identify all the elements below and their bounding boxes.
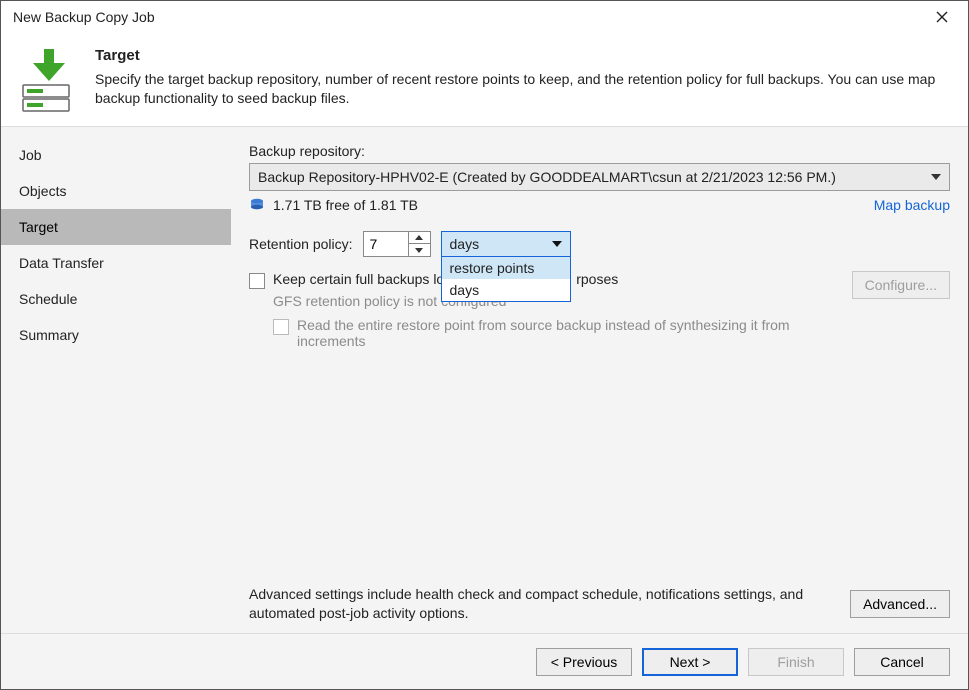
wizard-body: Job Objects Target Data Transfer Schedul… xyxy=(1,126,968,633)
disk-icon xyxy=(249,197,265,213)
dialog-window: New Backup Copy Job Target Specify the t… xyxy=(0,0,969,690)
wizard-nav: Job Objects Target Data Transfer Schedul… xyxy=(1,127,231,633)
advanced-row: Advanced settings include health check a… xyxy=(249,569,950,623)
map-backup-link[interactable]: Map backup xyxy=(874,197,950,213)
retention-unit-option-days[interactable]: days xyxy=(442,279,570,301)
retention-unit-select[interactable]: days xyxy=(441,231,571,257)
advanced-settings-text: Advanced settings include health check a… xyxy=(249,585,836,623)
retention-unit-wrapper: days restore points days xyxy=(441,231,571,257)
next-button[interactable]: Next > xyxy=(642,648,738,676)
retention-value-spinner[interactable] xyxy=(363,231,431,257)
retention-unit-option-restore-points[interactable]: restore points xyxy=(442,257,570,279)
wizard-footer: < Previous Next > Finish Cancel xyxy=(1,633,968,689)
read-entire-label: Read the entire restore point from sourc… xyxy=(297,317,844,349)
backup-repository-value: Backup Repository-HPHV02-E (Created by G… xyxy=(258,169,836,185)
titlebar: New Backup Copy Job xyxy=(1,1,968,33)
nav-item-schedule[interactable]: Schedule xyxy=(1,281,231,317)
nav-item-job[interactable]: Job xyxy=(1,137,231,173)
retention-unit-value: days xyxy=(450,236,480,252)
retention-row: Retention policy: days restore points xyxy=(249,231,950,257)
read-entire-row: Read the entire restore point from sourc… xyxy=(273,317,844,349)
spinner-up[interactable] xyxy=(409,232,430,244)
wizard-header: Target Specify the target backup reposit… xyxy=(1,33,968,126)
nav-item-target[interactable]: Target xyxy=(1,209,231,245)
free-space-row: 1.71 TB free of 1.81 TB Map backup xyxy=(249,197,950,213)
close-icon xyxy=(936,11,948,23)
retention-policy-label: Retention policy: xyxy=(249,236,353,252)
chevron-down-icon xyxy=(415,248,423,253)
backup-repository-select[interactable]: Backup Repository-HPHV02-E (Created by G… xyxy=(249,163,950,191)
wizard-header-text: Target Specify the target backup reposit… xyxy=(95,47,950,108)
window-title: New Backup Copy Job xyxy=(13,9,922,25)
free-space-text: 1.71 TB free of 1.81 TB xyxy=(273,197,418,213)
nav-item-summary[interactable]: Summary xyxy=(1,317,231,353)
advanced-button[interactable]: Advanced... xyxy=(850,590,950,618)
backup-repository-label: Backup repository: xyxy=(249,143,950,159)
previous-button[interactable]: < Previous xyxy=(536,648,632,676)
keep-full-backups-checkbox[interactable] xyxy=(249,273,265,289)
read-entire-checkbox xyxy=(273,319,289,335)
configure-button: Configure... xyxy=(852,271,950,299)
chevron-down-icon xyxy=(552,241,562,247)
nav-item-data-transfer[interactable]: Data Transfer xyxy=(1,245,231,281)
main-panel: Backup repository: Backup Repository-HPH… xyxy=(231,127,968,633)
page-description: Specify the target backup repository, nu… xyxy=(95,70,950,108)
free-space: 1.71 TB free of 1.81 TB xyxy=(249,197,418,213)
spinner-arrows xyxy=(408,232,430,256)
chevron-up-icon xyxy=(415,235,423,240)
finish-button: Finish xyxy=(748,648,844,676)
retention-unit-dropdown: restore points days xyxy=(441,256,571,302)
gfs-row: Keep certain full backups lorposes GFS r… xyxy=(249,271,950,349)
spinner-down[interactable] xyxy=(409,243,430,256)
retention-value-input[interactable] xyxy=(364,232,408,256)
close-button[interactable] xyxy=(922,3,962,31)
chevron-down-icon xyxy=(931,174,941,180)
nav-item-objects[interactable]: Objects xyxy=(1,173,231,209)
cancel-button[interactable]: Cancel xyxy=(854,648,950,676)
page-title: Target xyxy=(95,47,950,64)
wizard-header-icon xyxy=(19,47,79,107)
